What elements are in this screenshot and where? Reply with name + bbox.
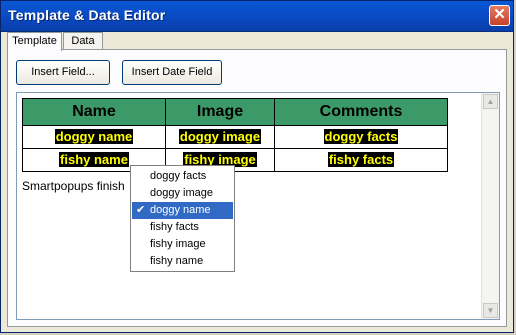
title-bar[interactable]: Template & Data Editor ✕ <box>1 1 513 32</box>
table-cell[interactable]: doggy facts <box>274 125 448 149</box>
table-row: doggy name doggy image doggy facts <box>22 125 448 149</box>
menu-item-doggy-image[interactable]: doggy image <box>132 185 233 202</box>
menu-item-fishy-facts[interactable]: fishy facts <box>132 219 233 236</box>
editor-window: Template & Data Editor ✕ Template Data I… <box>0 0 514 333</box>
menu-item-doggy-name[interactable]: ✔ doggy name <box>132 202 233 219</box>
menu-item-fishy-name[interactable]: fishy name <box>132 253 233 270</box>
close-icon: ✕ <box>493 6 506 23</box>
insert-date-field-button[interactable]: Insert Date Field <box>122 60 222 85</box>
template-panel: Insert Field... Insert Date Field Name I… <box>7 49 507 327</box>
table-cell[interactable]: fishy facts <box>274 148 448 172</box>
insert-field-button[interactable]: Insert Field... <box>16 60 110 85</box>
editor-text: Smartpopups finish <box>22 179 125 193</box>
column-header-image: Image <box>165 98 275 126</box>
field-doggy-facts[interactable]: doggy facts <box>323 129 399 144</box>
table-row: fishy name fishy image fishy facts <box>22 148 448 172</box>
field-fishy-facts[interactable]: fishy facts <box>327 152 395 167</box>
menu-item-doggy-facts[interactable]: doggy facts <box>132 168 233 185</box>
menu-item-fishy-image[interactable]: fishy image <box>132 236 233 253</box>
window-title: Template & Data Editor <box>8 7 166 23</box>
template-editor[interactable]: Name Image Comments doggy name doggy ima… <box>16 92 500 320</box>
table-cell[interactable]: doggy name <box>22 125 166 149</box>
field-fishy-name[interactable]: fishy name <box>59 152 129 167</box>
tab-template[interactable]: Template <box>7 32 62 51</box>
scroll-down-icon[interactable]: ▼ <box>483 303 498 318</box>
scroll-up-icon[interactable]: ▲ <box>483 94 498 109</box>
menu-item-label: doggy name <box>150 204 211 216</box>
check-icon: ✔ <box>136 204 146 216</box>
column-header-comments: Comments <box>274 98 448 126</box>
field-doggy-name[interactable]: doggy name <box>54 129 134 144</box>
tab-data[interactable]: Data <box>63 32 103 50</box>
table-cell[interactable]: doggy image <box>165 125 275 149</box>
close-button[interactable]: ✕ <box>489 5 510 26</box>
column-header-name: Name <box>22 98 166 126</box>
field-doggy-image[interactable]: doggy image <box>178 129 262 144</box>
vertical-scrollbar[interactable]: ▲ ▼ <box>481 93 499 319</box>
field-dropdown-menu: doggy facts doggy image ✔ doggy name fish… <box>130 165 235 272</box>
template-table: Name Image Comments doggy name doggy ima… <box>22 98 448 172</box>
